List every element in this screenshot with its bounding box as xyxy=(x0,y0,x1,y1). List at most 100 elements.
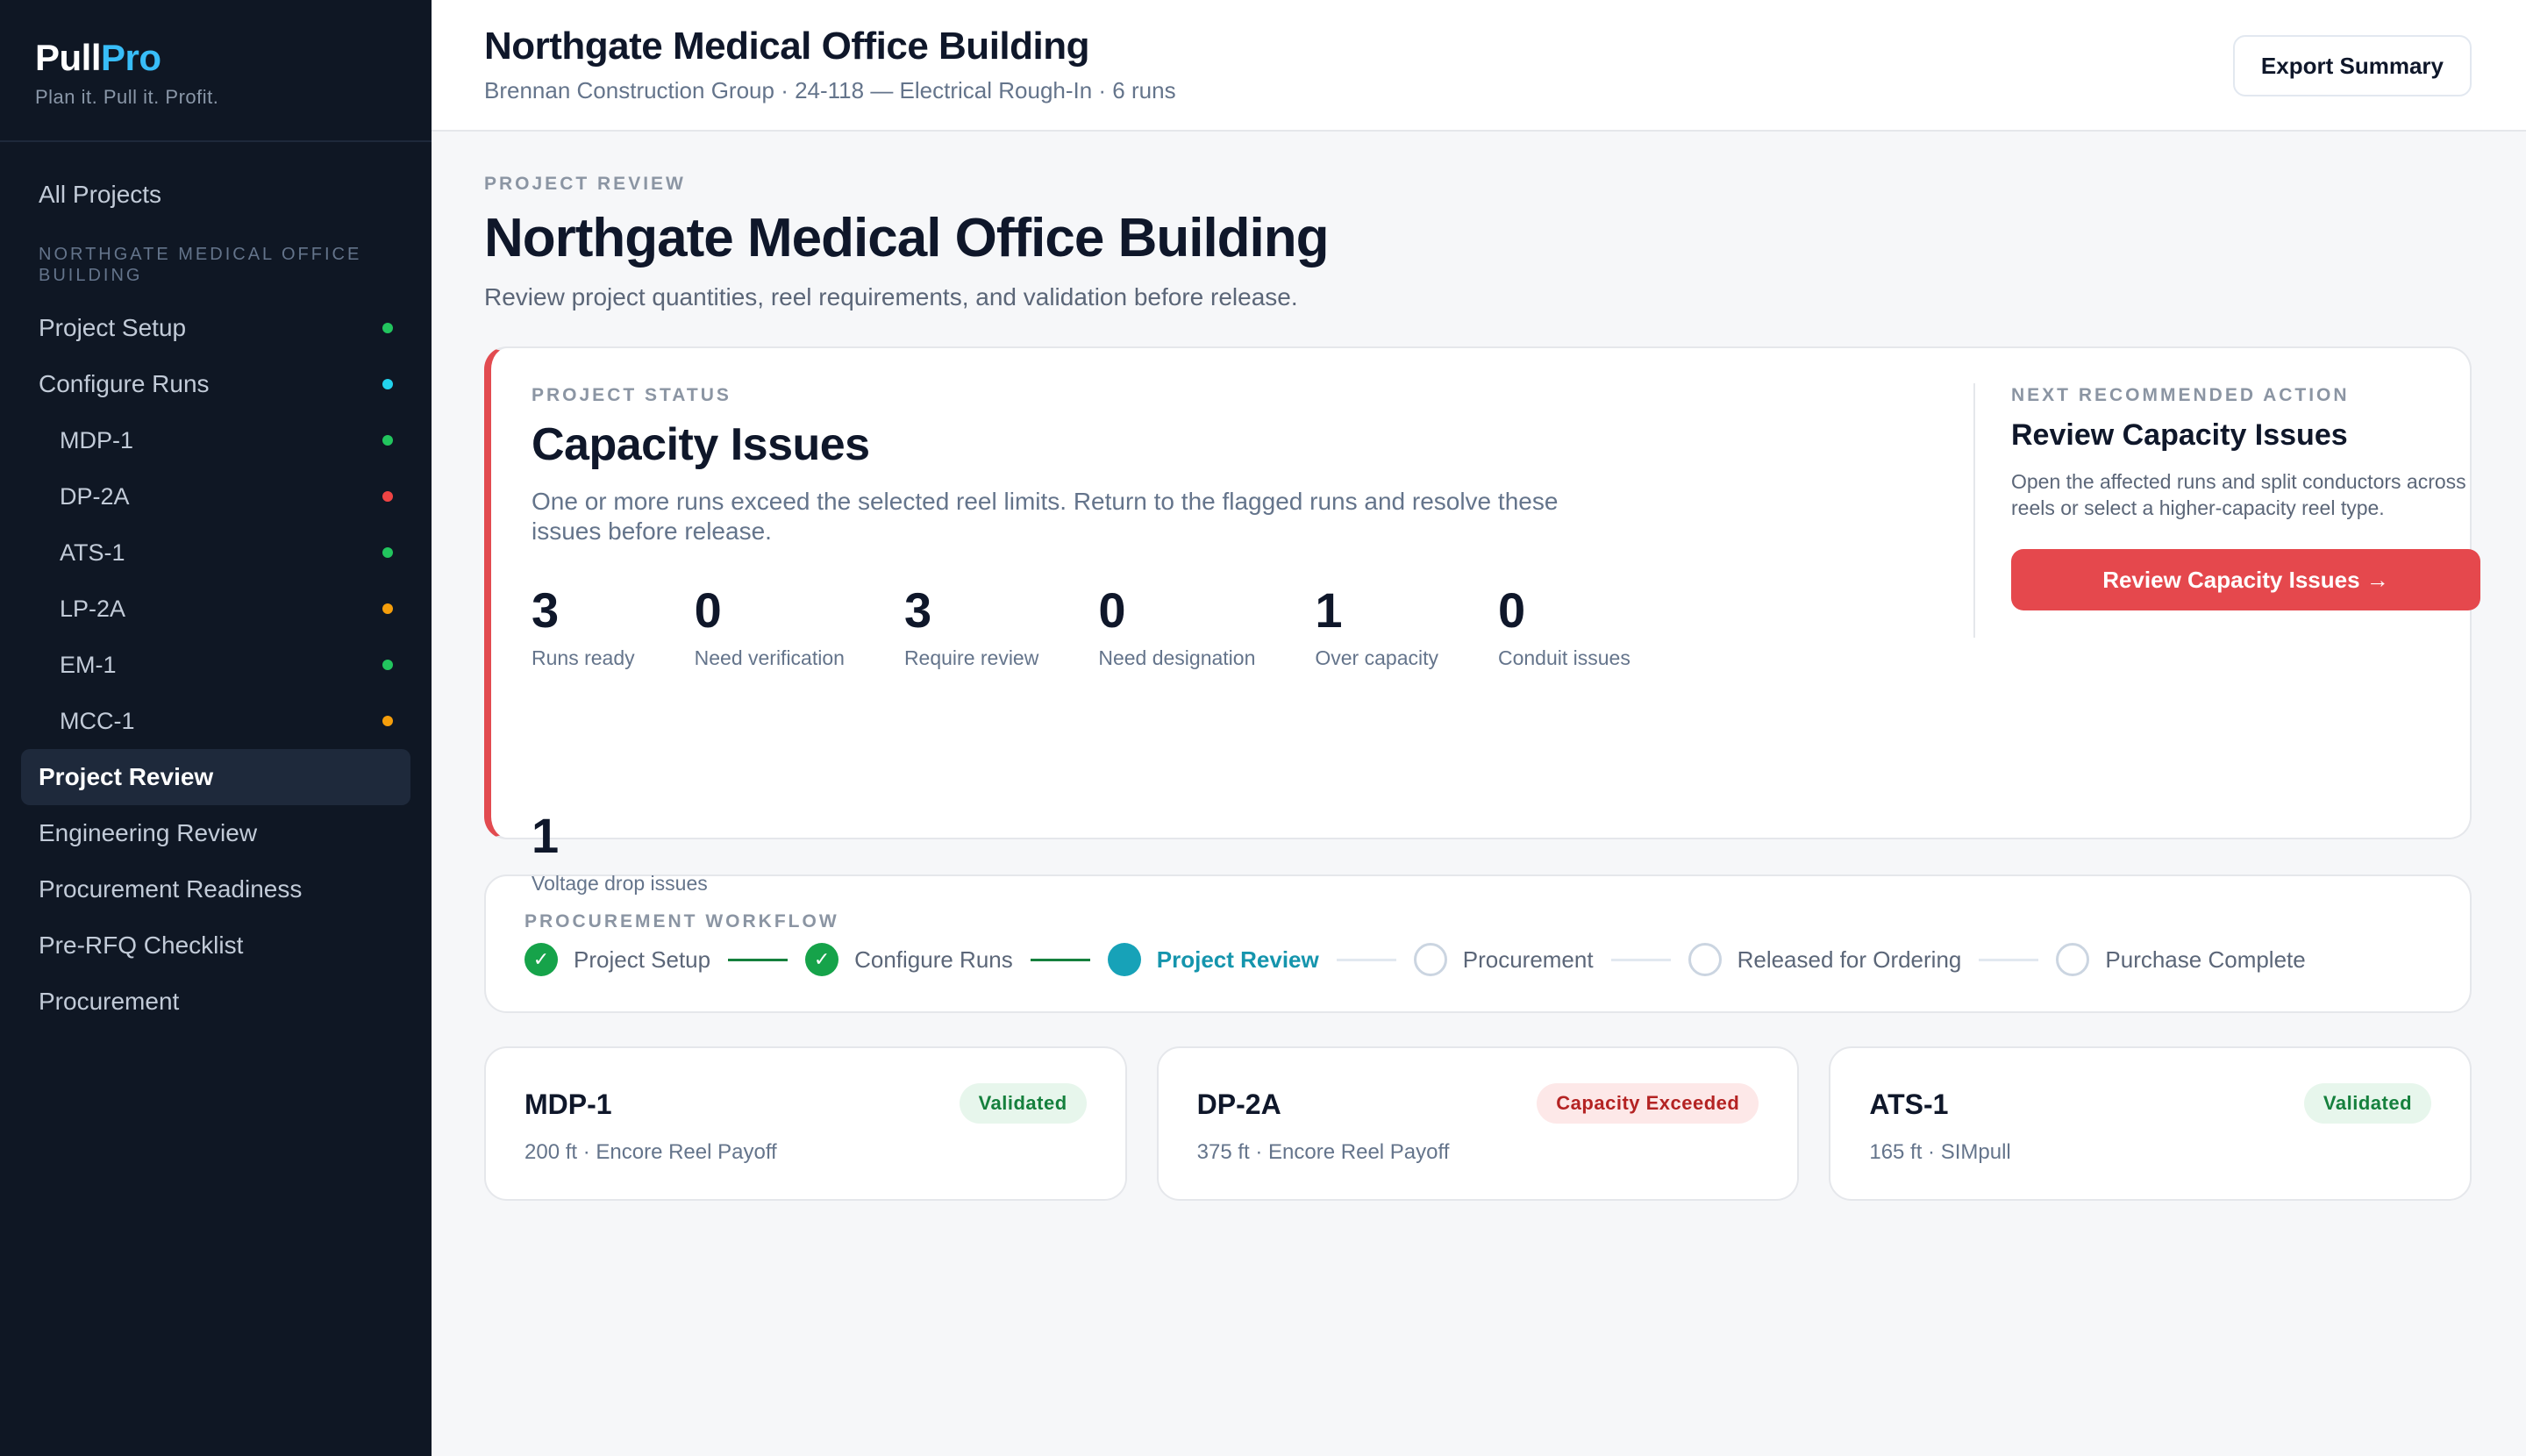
sidebar-item-label: DP-2A xyxy=(60,482,130,510)
step-connector xyxy=(728,958,788,961)
run-card-dp-2a[interactable]: DP-2A 375 ft · Encore Reel Payoff Capaci… xyxy=(1156,1046,1800,1201)
step-label: Purchase Complete xyxy=(2105,946,2306,973)
run-cards: MDP-1 200 ft · Encore Reel Payoff Valida… xyxy=(484,1046,2472,1201)
metric-label: Need designation xyxy=(1098,646,1256,669)
sidebar-item-project-setup[interactable]: Project Setup xyxy=(0,300,432,356)
workflow-step-procurement[interactable]: Procurement xyxy=(1413,943,1594,976)
topbar: Northgate Medical Office Building Brenna… xyxy=(432,0,2526,132)
sidebar-item-label: Configure Runs xyxy=(39,370,210,397)
page-title: Northgate Medical Office Building xyxy=(484,208,1330,268)
sidebar-item-procurement[interactable]: Procurement xyxy=(0,974,432,1030)
status-dot xyxy=(382,491,393,502)
pending-circle-icon xyxy=(1688,943,1722,976)
brand-tagline: Plan it. Pull it. Profit. xyxy=(35,86,219,108)
brand-name-part1: Pull xyxy=(35,37,102,78)
review-capacity-issues-button[interactable]: Review Capacity Issues → xyxy=(2011,549,2480,610)
metric-require-review: 3 Require review xyxy=(904,585,1038,670)
check-icon: ✓ xyxy=(524,943,558,976)
step-label: Released for Ordering xyxy=(1737,946,1962,973)
status-dot xyxy=(382,435,393,446)
sidebar-item-engineering-review[interactable]: Engineering Review xyxy=(0,805,432,861)
sidebar-item-run-lp-2a[interactable]: LP-2A xyxy=(0,581,432,637)
metric-value: 0 xyxy=(1497,582,1526,638)
sidebar-section-label: NORTHGATE MEDICAL OFFICE BUILDING xyxy=(39,245,362,285)
brand-logo[interactable]: PullPro xyxy=(35,37,396,79)
status-dot xyxy=(382,323,393,333)
page-subtitle: Review project quantities, reel requirem… xyxy=(484,283,1298,310)
status-dot xyxy=(382,379,393,389)
run-meta: 165 ft · SIMpull xyxy=(1869,1140,2011,1164)
check-icon: ✓ xyxy=(805,943,839,976)
metric-value: 3 xyxy=(532,582,560,638)
brand: PullPro Plan it. Pull it. Profit. xyxy=(0,0,432,142)
metric-label: Runs ready xyxy=(532,646,635,669)
sidebar-item-label: Project Setup xyxy=(39,314,187,341)
next-action-title: Review Capacity Issues xyxy=(2011,418,2348,452)
sidebar-item-label: LP-2A xyxy=(60,595,126,622)
workflow-step-configure-runs[interactable]: ✓ Configure Runs xyxy=(805,943,1013,976)
step-connector xyxy=(1610,958,1671,961)
status-dot xyxy=(382,603,393,614)
metric-need-verification: 0 Need verification xyxy=(695,585,845,670)
status-dot xyxy=(382,660,393,670)
project-title: Northgate Medical Office Building xyxy=(484,25,1090,68)
sidebar-item-pre-rfq-checklist[interactable]: Pre-RFQ Checklist xyxy=(0,917,432,974)
metric-value: 1 xyxy=(1315,582,1343,638)
metric-label: Voltage drop issues xyxy=(532,872,708,895)
sidebar-item-run-mcc-1[interactable]: MCC-1 xyxy=(0,693,432,749)
status-badge: Validated xyxy=(2303,1083,2432,1124)
sidebar-item-configure-runs[interactable]: Configure Runs xyxy=(0,356,432,412)
status-description: One or more runs exceed the selected ree… xyxy=(532,488,1559,545)
sidebar-item-run-dp-2a[interactable]: DP-2A xyxy=(0,468,432,525)
status-dot xyxy=(382,716,393,726)
main-area: Northgate Medical Office Building Brenna… xyxy=(432,0,2526,1456)
sidebar-item-label: EM-1 xyxy=(60,651,117,678)
content: PROJECT REVIEW Northgate Medical Office … xyxy=(432,132,2526,1201)
sidebar-item-run-em-1[interactable]: EM-1 xyxy=(0,637,432,693)
step-label: Configure Runs xyxy=(854,946,1013,973)
sidebar-item-label: MDP-1 xyxy=(60,426,134,453)
current-step-icon xyxy=(1107,943,1141,976)
run-card-mdp-1[interactable]: MDP-1 200 ft · Encore Reel Payoff Valida… xyxy=(484,1046,1127,1201)
workflow-eyebrow: PROCUREMENT WORKFLOW xyxy=(524,911,839,931)
step-connector xyxy=(1979,958,2039,961)
metric-need-designation: 0 Need designation xyxy=(1098,585,1255,670)
sidebar-item-procurement-readiness[interactable]: Procurement Readiness xyxy=(0,861,432,917)
export-summary-button[interactable]: Export Summary xyxy=(2232,35,2472,96)
next-action-panel: NEXT RECOMMENDED ACTION Review Capacity … xyxy=(2011,385,2480,610)
status-dot xyxy=(382,547,393,558)
project-status-card: PROJECT STATUS Capacity Issues One or mo… xyxy=(484,346,2480,895)
sidebar-item-run-ats-1[interactable]: ATS-1 xyxy=(0,525,432,581)
workflow-step-project-setup[interactable]: ✓ Project Setup xyxy=(524,943,710,976)
run-card-ats-1[interactable]: ATS-1 165 ft · SIMpull Validated xyxy=(1829,1046,2472,1201)
sidebar-nav: All Projects NORTHGATE MEDICAL OFFICE BU… xyxy=(0,142,432,1030)
metric-label: Over capacity xyxy=(1315,646,1438,669)
workflow-step-project-review[interactable]: Project Review xyxy=(1107,943,1319,976)
workflow-step-purchase-complete[interactable]: Purchase Complete xyxy=(2056,943,2306,976)
metric-value: 3 xyxy=(903,582,932,638)
status-badge: Capacity Exceeded xyxy=(1537,1083,1759,1124)
step-label: Project Setup xyxy=(574,946,711,973)
workflow-step-released-for-ordering[interactable]: Released for Ordering xyxy=(1688,943,1962,976)
sidebar-item-run-mdp-1[interactable]: MDP-1 xyxy=(0,412,432,468)
status-eyebrow: PROJECT STATUS xyxy=(532,385,731,405)
sidebar-item-all-projects[interactable]: All Projects xyxy=(0,167,432,223)
step-label: Procurement xyxy=(1462,946,1594,973)
pending-circle-icon xyxy=(2056,943,2090,976)
status-metrics: 3 Runs ready 0 Need verification 3 Requi… xyxy=(532,585,1917,896)
sidebar-item-project-review[interactable]: Project Review xyxy=(21,749,410,805)
pending-circle-icon xyxy=(1413,943,1447,976)
project-subtitle: Brennan Construction Group · 24-118 — El… xyxy=(484,77,1176,103)
next-action-eyebrow: NEXT RECOMMENDED ACTION xyxy=(2011,385,2350,405)
metric-label: Require review xyxy=(903,646,1039,669)
brand-name-part2: Pro xyxy=(101,37,161,78)
run-meta: 200 ft · Encore Reel Payoff xyxy=(524,1140,777,1164)
sidebar: PullPro Plan it. Pull it. Profit. All Pr… xyxy=(0,0,432,1456)
page-eyebrow: PROJECT REVIEW xyxy=(484,174,686,194)
sidebar-item-label: ATS-1 xyxy=(60,539,125,566)
step-connector xyxy=(1030,958,1090,961)
metric-voltage-drop-issues: 1 Voltage drop issues xyxy=(532,810,708,896)
status-summary: PROJECT STATUS Capacity Issues One or mo… xyxy=(532,385,1917,896)
vertical-divider xyxy=(1973,383,1975,638)
metric-value: 0 xyxy=(1098,582,1126,638)
